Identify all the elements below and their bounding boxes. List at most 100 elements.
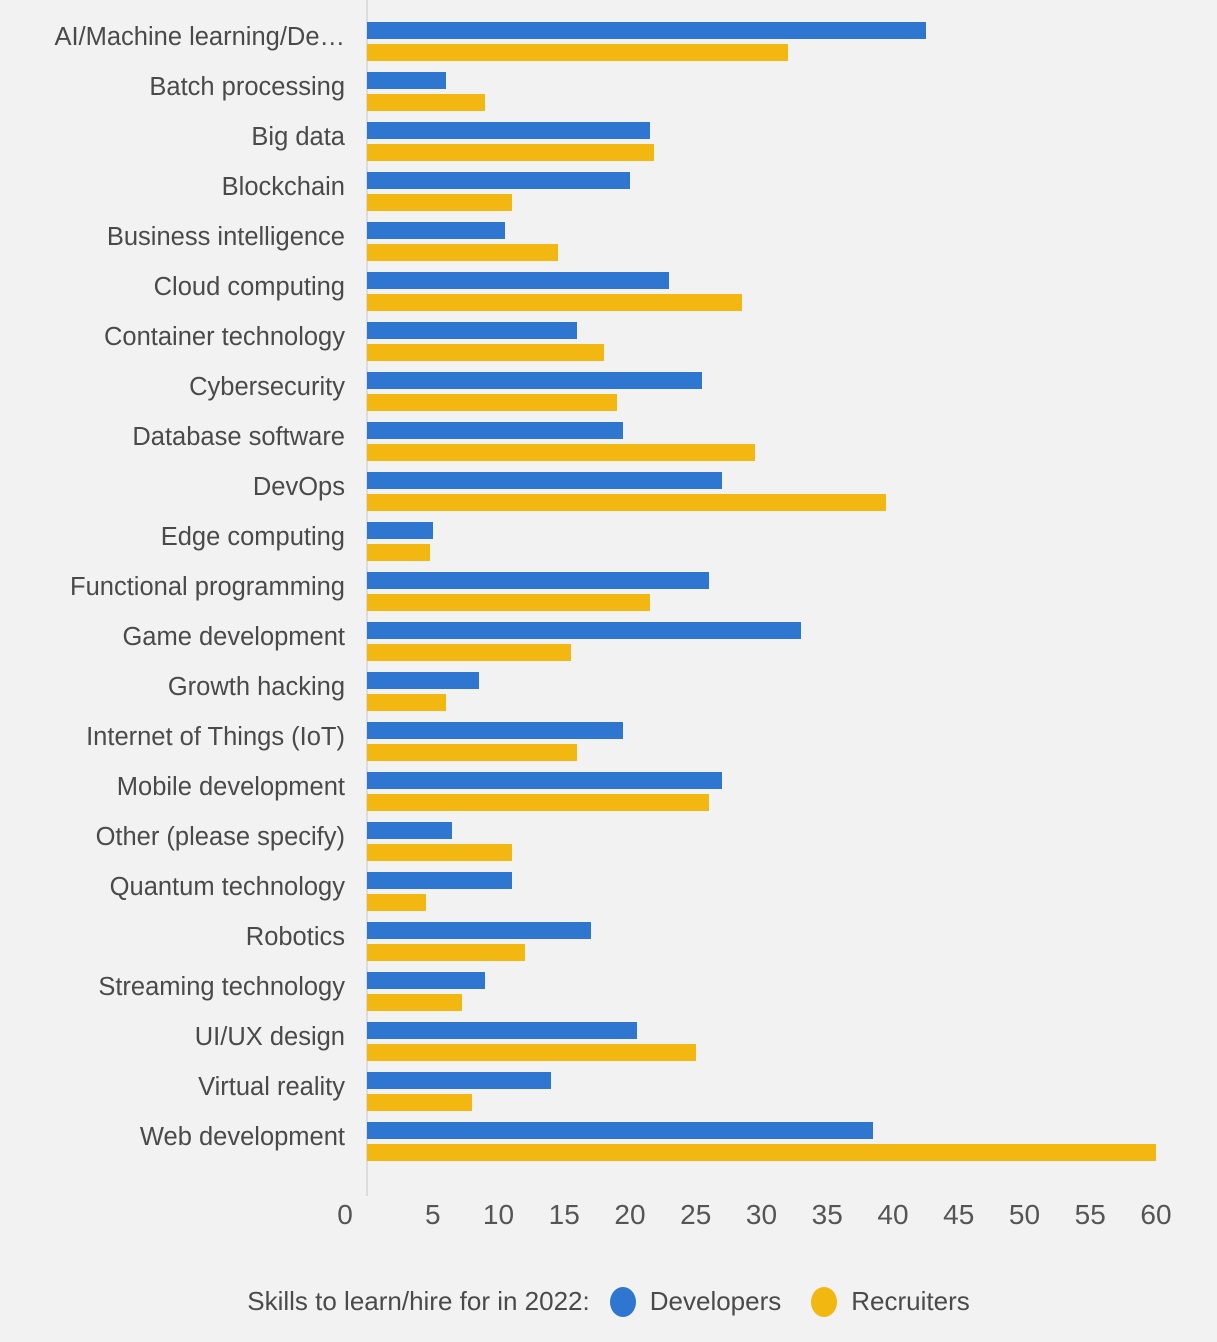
bar-recruiters[interactable] xyxy=(367,944,525,961)
bar-group: UI/UX design xyxy=(0,1022,1217,1072)
bar-group: Cybersecurity xyxy=(0,372,1217,422)
category-label: Edge computing xyxy=(160,523,345,551)
plot-area: AI/Machine learning/De… Batch processing B… xyxy=(0,0,1217,1196)
category-label: Other (please specify) xyxy=(95,823,345,851)
x-tick-label: 25 xyxy=(680,1199,712,1230)
bar-group: Virtual reality xyxy=(0,1072,1217,1122)
bar-recruiters[interactable] xyxy=(367,194,512,211)
bar-group: Business intelligence xyxy=(0,222,1217,272)
bar-developers[interactable] xyxy=(367,622,801,639)
bars-container xyxy=(367,372,703,411)
bars-container xyxy=(367,722,624,761)
category-label: Functional programming xyxy=(70,573,345,601)
category-label: Virtual reality xyxy=(198,1073,345,1101)
bar-group: Game development xyxy=(0,622,1217,672)
bars-container xyxy=(367,572,709,611)
bars-container xyxy=(367,522,433,561)
bar-developers[interactable] xyxy=(367,1022,637,1039)
bar-group: Functional programming xyxy=(0,572,1217,622)
bar-developers[interactable] xyxy=(367,822,453,839)
bar-developers[interactable] xyxy=(367,1122,874,1139)
bar-developers[interactable] xyxy=(367,322,578,339)
bar-recruiters[interactable] xyxy=(367,744,578,761)
category-label: Mobile development xyxy=(116,773,345,801)
x-tick-label: 50 xyxy=(1008,1199,1041,1230)
bar-developers[interactable] xyxy=(367,722,624,739)
bar-recruiters[interactable] xyxy=(367,844,512,861)
bar-recruiters[interactable] xyxy=(367,344,604,361)
bar-recruiters[interactable] xyxy=(367,694,446,711)
category-label: Streaming technology xyxy=(98,973,345,1001)
bar-recruiters[interactable] xyxy=(367,794,709,811)
bar-recruiters[interactable] xyxy=(367,44,788,61)
bar-developers[interactable] xyxy=(367,22,926,39)
bar-recruiters[interactable] xyxy=(367,294,742,311)
bar-recruiters[interactable] xyxy=(367,244,558,261)
legend-dot-recruiters xyxy=(811,1286,838,1317)
x-tick-label: 30 xyxy=(745,1199,778,1230)
bar-developers[interactable] xyxy=(367,672,479,689)
bar-developers[interactable] xyxy=(367,422,624,439)
category-label: Cloud computing xyxy=(153,273,345,301)
bar-recruiters[interactable] xyxy=(367,994,462,1011)
bar-group: Database software xyxy=(0,422,1217,472)
bar-developers[interactable] xyxy=(367,772,723,789)
bar-recruiters[interactable] xyxy=(367,94,486,111)
bars-container xyxy=(367,222,558,261)
bar-developers[interactable] xyxy=(367,72,446,89)
bar-recruiters[interactable] xyxy=(367,1144,1156,1161)
bar-recruiters[interactable] xyxy=(367,394,617,411)
bars-container xyxy=(367,1122,1156,1161)
bars-container xyxy=(367,1072,552,1111)
bar-developers[interactable] xyxy=(367,122,650,139)
bars-container xyxy=(367,1022,696,1061)
bar-developers[interactable] xyxy=(367,272,670,289)
bar-developers[interactable] xyxy=(367,872,512,889)
bar-developers[interactable] xyxy=(367,472,723,489)
bar-group: Blockchain xyxy=(0,172,1217,222)
bar-recruiters[interactable] xyxy=(367,644,571,661)
bar-developers[interactable] xyxy=(367,222,506,239)
bar-developers[interactable] xyxy=(367,522,433,539)
bar-developers[interactable] xyxy=(367,972,486,989)
legend-item-recruiters[interactable]: Recruiters xyxy=(811,1286,970,1317)
category-label: Growth hacking xyxy=(167,673,345,701)
bars-container xyxy=(367,772,723,811)
bars-container xyxy=(367,922,591,961)
bar-group: Other (please specify) xyxy=(0,822,1217,872)
legend-item-developers[interactable]: Developers xyxy=(609,1286,782,1317)
bars-container xyxy=(367,422,755,461)
bar-group: Internet of Things (IoT) xyxy=(0,722,1217,772)
bar-group: Growth hacking xyxy=(0,672,1217,722)
bar-recruiters[interactable] xyxy=(367,1044,696,1061)
bar-recruiters[interactable] xyxy=(367,1094,473,1111)
bar-developers[interactable] xyxy=(367,172,630,189)
bars-container xyxy=(367,72,486,111)
bar-recruiters[interactable] xyxy=(367,494,887,511)
bar-recruiters[interactable] xyxy=(367,144,654,161)
x-tick-label: 45 xyxy=(943,1199,975,1230)
bar-developers[interactable] xyxy=(367,372,703,389)
bar-recruiters[interactable] xyxy=(367,444,755,461)
bar-developers[interactable] xyxy=(367,922,591,939)
bars-container xyxy=(367,822,512,861)
x-tick-label: 10 xyxy=(482,1199,515,1230)
category-label: Big data xyxy=(251,123,345,151)
bars-container xyxy=(367,622,801,661)
x-tick-label: 35 xyxy=(811,1199,843,1230)
x-axis-ticks: 0 5 10 15 20 25 30 35 40 45 50 55 60 xyxy=(0,1198,1217,1238)
bar-developers[interactable] xyxy=(367,572,709,589)
x-tick-label: 55 xyxy=(1074,1199,1106,1230)
bar-group: Container technology xyxy=(0,322,1217,372)
bar-group: Cloud computing xyxy=(0,272,1217,322)
legend-label-recruiters: Recruiters xyxy=(851,1286,970,1316)
bar-group: Edge computing xyxy=(0,522,1217,572)
bar-developers[interactable] xyxy=(367,1072,552,1089)
bar-recruiters[interactable] xyxy=(367,594,650,611)
bar-recruiters[interactable] xyxy=(367,544,431,561)
bar-group: AI/Machine learning/De… xyxy=(0,22,1217,72)
legend-label-developers: Developers xyxy=(649,1286,782,1316)
category-label: Game development xyxy=(122,623,345,651)
bar-recruiters[interactable] xyxy=(367,894,427,911)
bars-container xyxy=(367,672,479,711)
